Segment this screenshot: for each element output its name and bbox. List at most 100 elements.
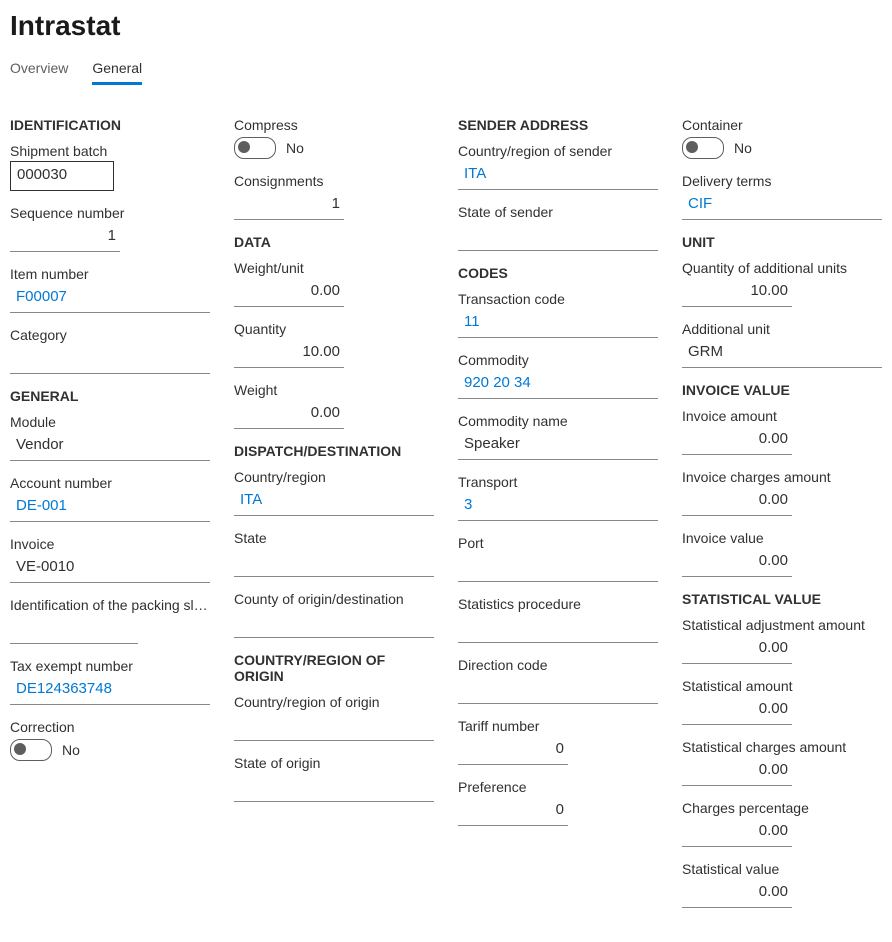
section-statistical-value: STATISTICAL VALUE — [682, 591, 882, 607]
commodity-name-label: Commodity name — [458, 413, 658, 429]
statistics-procedure-input[interactable] — [458, 614, 658, 643]
invoice-label: Invoice — [10, 536, 210, 552]
charges-percentage-input[interactable]: 0.00 — [682, 818, 792, 847]
shipment-batch-input[interactable]: 000030 — [10, 161, 114, 191]
module-input[interactable]: Vendor — [10, 432, 210, 461]
charges-percentage-label: Charges percentage — [682, 800, 882, 816]
sender-state-label: State of sender — [458, 204, 658, 220]
sender-state-input[interactable] — [458, 222, 658, 251]
dispatch-country-input[interactable]: ITA — [234, 487, 434, 516]
compress-toggle[interactable] — [234, 137, 276, 159]
packing-slip-input[interactable] — [10, 615, 138, 644]
section-general: GENERAL — [10, 388, 210, 404]
section-data: DATA — [234, 234, 434, 250]
sequence-number-input[interactable]: 1 — [10, 223, 120, 252]
direction-code-input[interactable] — [458, 675, 658, 704]
invoice-input[interactable]: VE-0010 — [10, 554, 210, 583]
section-invoice-value: INVOICE VALUE — [682, 382, 882, 398]
transaction-code-label: Transaction code — [458, 291, 658, 307]
section-country-origin: COUNTRY/REGION OF ORIGIN — [234, 652, 434, 684]
account-number-label: Account number — [10, 475, 210, 491]
stat-value-label: Statistical value — [682, 861, 882, 877]
commodity-name-input[interactable]: Speaker — [458, 431, 658, 460]
stat-value-input[interactable]: 0.00 — [682, 879, 792, 908]
sender-country-input[interactable]: ITA — [458, 161, 658, 190]
category-label: Category — [10, 327, 210, 343]
sender-country-label: Country/region of sender — [458, 143, 658, 159]
transport-label: Transport — [458, 474, 658, 490]
tariff-number-input[interactable]: 0 — [458, 736, 568, 765]
dispatch-state-label: State — [234, 530, 434, 546]
shipment-batch-label: Shipment batch — [10, 143, 210, 159]
stat-adjustment-input[interactable]: 0.00 — [682, 635, 792, 664]
container-toggle[interactable] — [682, 137, 724, 159]
weight-unit-label: Weight/unit — [234, 260, 434, 276]
sequence-number-label: Sequence number — [10, 205, 210, 221]
stat-amount-input[interactable]: 0.00 — [682, 696, 792, 725]
preference-input[interactable]: 0 — [458, 797, 568, 826]
stat-amount-label: Statistical amount — [682, 678, 882, 694]
statistics-procedure-label: Statistics procedure — [458, 596, 658, 612]
port-label: Port — [458, 535, 658, 551]
invoice-value-input[interactable]: 0.00 — [682, 548, 792, 577]
dispatch-county-label: County of origin/destination — [234, 591, 434, 607]
delivery-terms-label: Delivery terms — [682, 173, 882, 189]
direction-code-label: Direction code — [458, 657, 658, 673]
compress-label: Compress — [234, 117, 434, 133]
category-input[interactable] — [10, 345, 210, 374]
section-dispatch: DISPATCH/DESTINATION — [234, 443, 434, 459]
qty-additional-label: Quantity of additional units — [682, 260, 882, 276]
section-unit: UNIT — [682, 234, 882, 250]
stat-charges-input[interactable]: 0.00 — [682, 757, 792, 786]
delivery-terms-input[interactable]: CIF — [682, 191, 882, 220]
transaction-code-input[interactable]: 11 — [458, 309, 658, 338]
packing-slip-label: Identification of the packing slip ... — [10, 597, 210, 613]
weight-label: Weight — [234, 382, 434, 398]
correction-label: Correction — [10, 719, 210, 735]
origin-state-input[interactable] — [234, 773, 434, 802]
consignments-label: Consignments — [234, 173, 434, 189]
tax-exempt-label: Tax exempt number — [10, 658, 210, 674]
item-number-label: Item number — [10, 266, 210, 282]
additional-unit-label: Additional unit — [682, 321, 882, 337]
tab-general[interactable]: General — [92, 54, 142, 85]
origin-country-label: Country/region of origin — [234, 694, 434, 710]
origin-country-input[interactable] — [234, 712, 434, 741]
stat-charges-label: Statistical charges amount — [682, 739, 882, 755]
dispatch-county-input[interactable] — [234, 609, 434, 638]
tabs: Overview General — [10, 54, 882, 85]
invoice-amount-input[interactable]: 0.00 — [682, 426, 792, 455]
tab-overview[interactable]: Overview — [10, 54, 68, 85]
invoice-charges-label: Invoice charges amount — [682, 469, 882, 485]
consignments-input[interactable]: 1 — [234, 191, 344, 220]
module-label: Module — [10, 414, 210, 430]
invoice-value-label: Invoice value — [682, 530, 882, 546]
invoice-charges-input[interactable]: 0.00 — [682, 487, 792, 516]
preference-label: Preference — [458, 779, 658, 795]
tax-exempt-input[interactable]: DE124363748 — [10, 676, 210, 705]
additional-unit-input[interactable]: GRM — [682, 339, 882, 368]
port-input[interactable] — [458, 553, 658, 582]
invoice-amount-label: Invoice amount — [682, 408, 882, 424]
correction-toggle[interactable] — [10, 739, 52, 761]
commodity-label: Commodity — [458, 352, 658, 368]
transport-input[interactable]: 3 — [458, 492, 658, 521]
quantity-label: Quantity — [234, 321, 434, 337]
weight-input[interactable]: 0.00 — [234, 400, 344, 429]
weight-unit-input[interactable]: 0.00 — [234, 278, 344, 307]
correction-value: No — [62, 742, 80, 758]
section-identification: IDENTIFICATION — [10, 117, 210, 133]
item-number-input[interactable]: F00007 — [10, 284, 210, 313]
qty-additional-input[interactable]: 10.00 — [682, 278, 792, 307]
commodity-input[interactable]: 920 20 34 — [458, 370, 658, 399]
tariff-number-label: Tariff number — [458, 718, 658, 734]
section-sender-address: SENDER ADDRESS — [458, 117, 658, 133]
dispatch-state-input[interactable] — [234, 548, 434, 577]
page-title: Intrastat — [10, 10, 882, 42]
container-label: Container — [682, 117, 882, 133]
dispatch-country-label: Country/region — [234, 469, 434, 485]
account-number-input[interactable]: DE-001 — [10, 493, 210, 522]
section-codes: CODES — [458, 265, 658, 281]
origin-state-label: State of origin — [234, 755, 434, 771]
quantity-input[interactable]: 10.00 — [234, 339, 344, 368]
